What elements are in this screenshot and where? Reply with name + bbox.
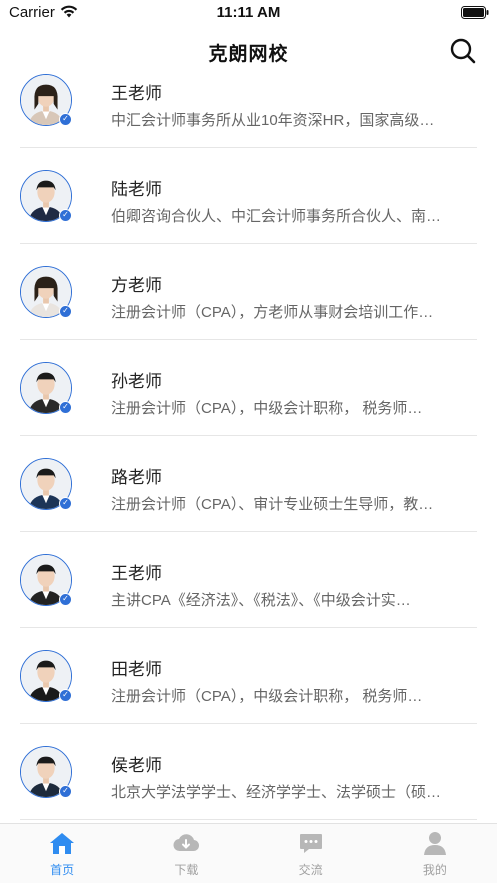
teacher-name: 王老师 [111, 564, 162, 583]
tab-home[interactable]: 首页 [0, 824, 124, 883]
teacher-list-item[interactable]: ✓ 侯老师北京大学法学学士、经济学学士、法学硕士（硕… [20, 724, 477, 820]
teacher-description: 北京大学法学学士、经济学学士、法学硕士（硕… [111, 784, 442, 801]
teacher-avatar: ✓ [20, 554, 72, 606]
teacher-description: 注册会计师（CPA）、审计专业硕士生导师，教… [111, 496, 434, 513]
teacher-name: 侯老师 [111, 756, 162, 775]
verified-badge-icon: ✓ [59, 497, 72, 510]
teacher-description: 注册会计师（CPA），中级会计职称， 税务师… [111, 688, 423, 705]
teacher-avatar: ✓ [20, 170, 72, 222]
status-bar: Carrier 11:11 AM [0, 0, 497, 26]
tab-label: 我的 [422, 863, 447, 877]
teacher-avatar: ✓ [20, 266, 72, 318]
teacher-list[interactable]: ✓ 王老师 中汇会计师事务所从业10年资深HR，国家高级… ✓ 陆老师 伯卿咨询合伙人、中… [0, 74, 497, 823]
tab-label: 交流 [298, 863, 323, 877]
teacher-name: 方老师 [111, 276, 162, 295]
teacher-avatar: ✓ [20, 74, 72, 126]
teacher-list-item[interactable]: ✓ 王老师中汇会计师事务所从业10年资深HR，国家高级… [20, 74, 477, 148]
verified-badge-icon: ✓ [59, 113, 72, 126]
verified-badge-icon: ✓ [59, 689, 72, 702]
teacher-list-item[interactable]: ✓ 孙老师注册会计师（CPA），中级会计职称， 税务师… [20, 340, 477, 436]
teacher-name: 田老师 [111, 660, 162, 679]
teacher-description: 中汇会计师事务所从业10年资深HR，国家高级… [111, 112, 435, 129]
verified-badge-icon: ✓ [59, 305, 72, 318]
verified-badge-icon: ✓ [59, 401, 72, 414]
teacher-list-item[interactable]: ✓ 田老师注册会计师（CPA），中级会计职称， 税务师… [20, 628, 477, 724]
page-title: 克朗网校 [208, 44, 289, 65]
teacher-list-item[interactable]: ✓ 王老师主讲CPA《经济法》、《税法》、《中级会计实… [20, 532, 477, 628]
teacher-name: 王老师 [111, 84, 162, 103]
download-icon [173, 834, 200, 852]
home-icon [50, 833, 75, 854]
verified-badge-icon: ✓ [59, 785, 72, 798]
teacher-description: 伯卿咨询合伙人、中汇会计师事务所合伙人、南… [111, 208, 442, 225]
teacher-list-item[interactable]: ✓ 路老师注册会计师（CPA）、审计专业硕士生导师，教… [20, 436, 477, 532]
teacher-list-item[interactable]: ✓ 方老师注册会计师（CPA），方老师从事财会培训工作… [20, 244, 477, 340]
tab-download[interactable]: 下载 [124, 824, 248, 883]
teacher-description: 注册会计师（CPA），方老师从事财会培训工作… [111, 304, 434, 321]
teacher-description: 注册会计师（CPA），中级会计职称， 税务师… [111, 400, 423, 417]
tab-chat[interactable]: 交流 [249, 824, 373, 883]
nav-bar: 克朗网校 [0, 26, 497, 74]
profile-icon [423, 832, 446, 855]
teacher-name: 孙老师 [111, 372, 162, 391]
teacher-description: 主讲CPA《经济法》、《税法》、《中级会计实… [111, 592, 411, 609]
chat-icon [299, 834, 322, 853]
verified-badge-icon: ✓ [59, 209, 72, 222]
teacher-avatar: ✓ [20, 746, 72, 798]
teacher-avatar: ✓ [20, 362, 72, 414]
tab-label: 下载 [174, 863, 199, 877]
teacher-name: 陆老师 [111, 180, 162, 199]
tab-label: 首页 [50, 863, 75, 877]
status-time: 11:11 AM [216, 4, 281, 21]
teacher-name: 路老师 [111, 468, 162, 487]
teacher-list-item[interactable]: ✓ 陆老师伯卿咨询合伙人、中汇会计师事务所合伙人、南… [20, 148, 477, 244]
verified-badge-icon: ✓ [59, 593, 72, 606]
tab-bar: 首页 下载 交流 我的 [0, 823, 497, 883]
battery-icon [461, 6, 489, 19]
teacher-avatar: ✓ [20, 650, 72, 702]
tab-profile[interactable]: 我的 [373, 824, 497, 883]
search-icon[interactable] [449, 37, 477, 65]
teacher-avatar: ✓ [20, 458, 72, 510]
